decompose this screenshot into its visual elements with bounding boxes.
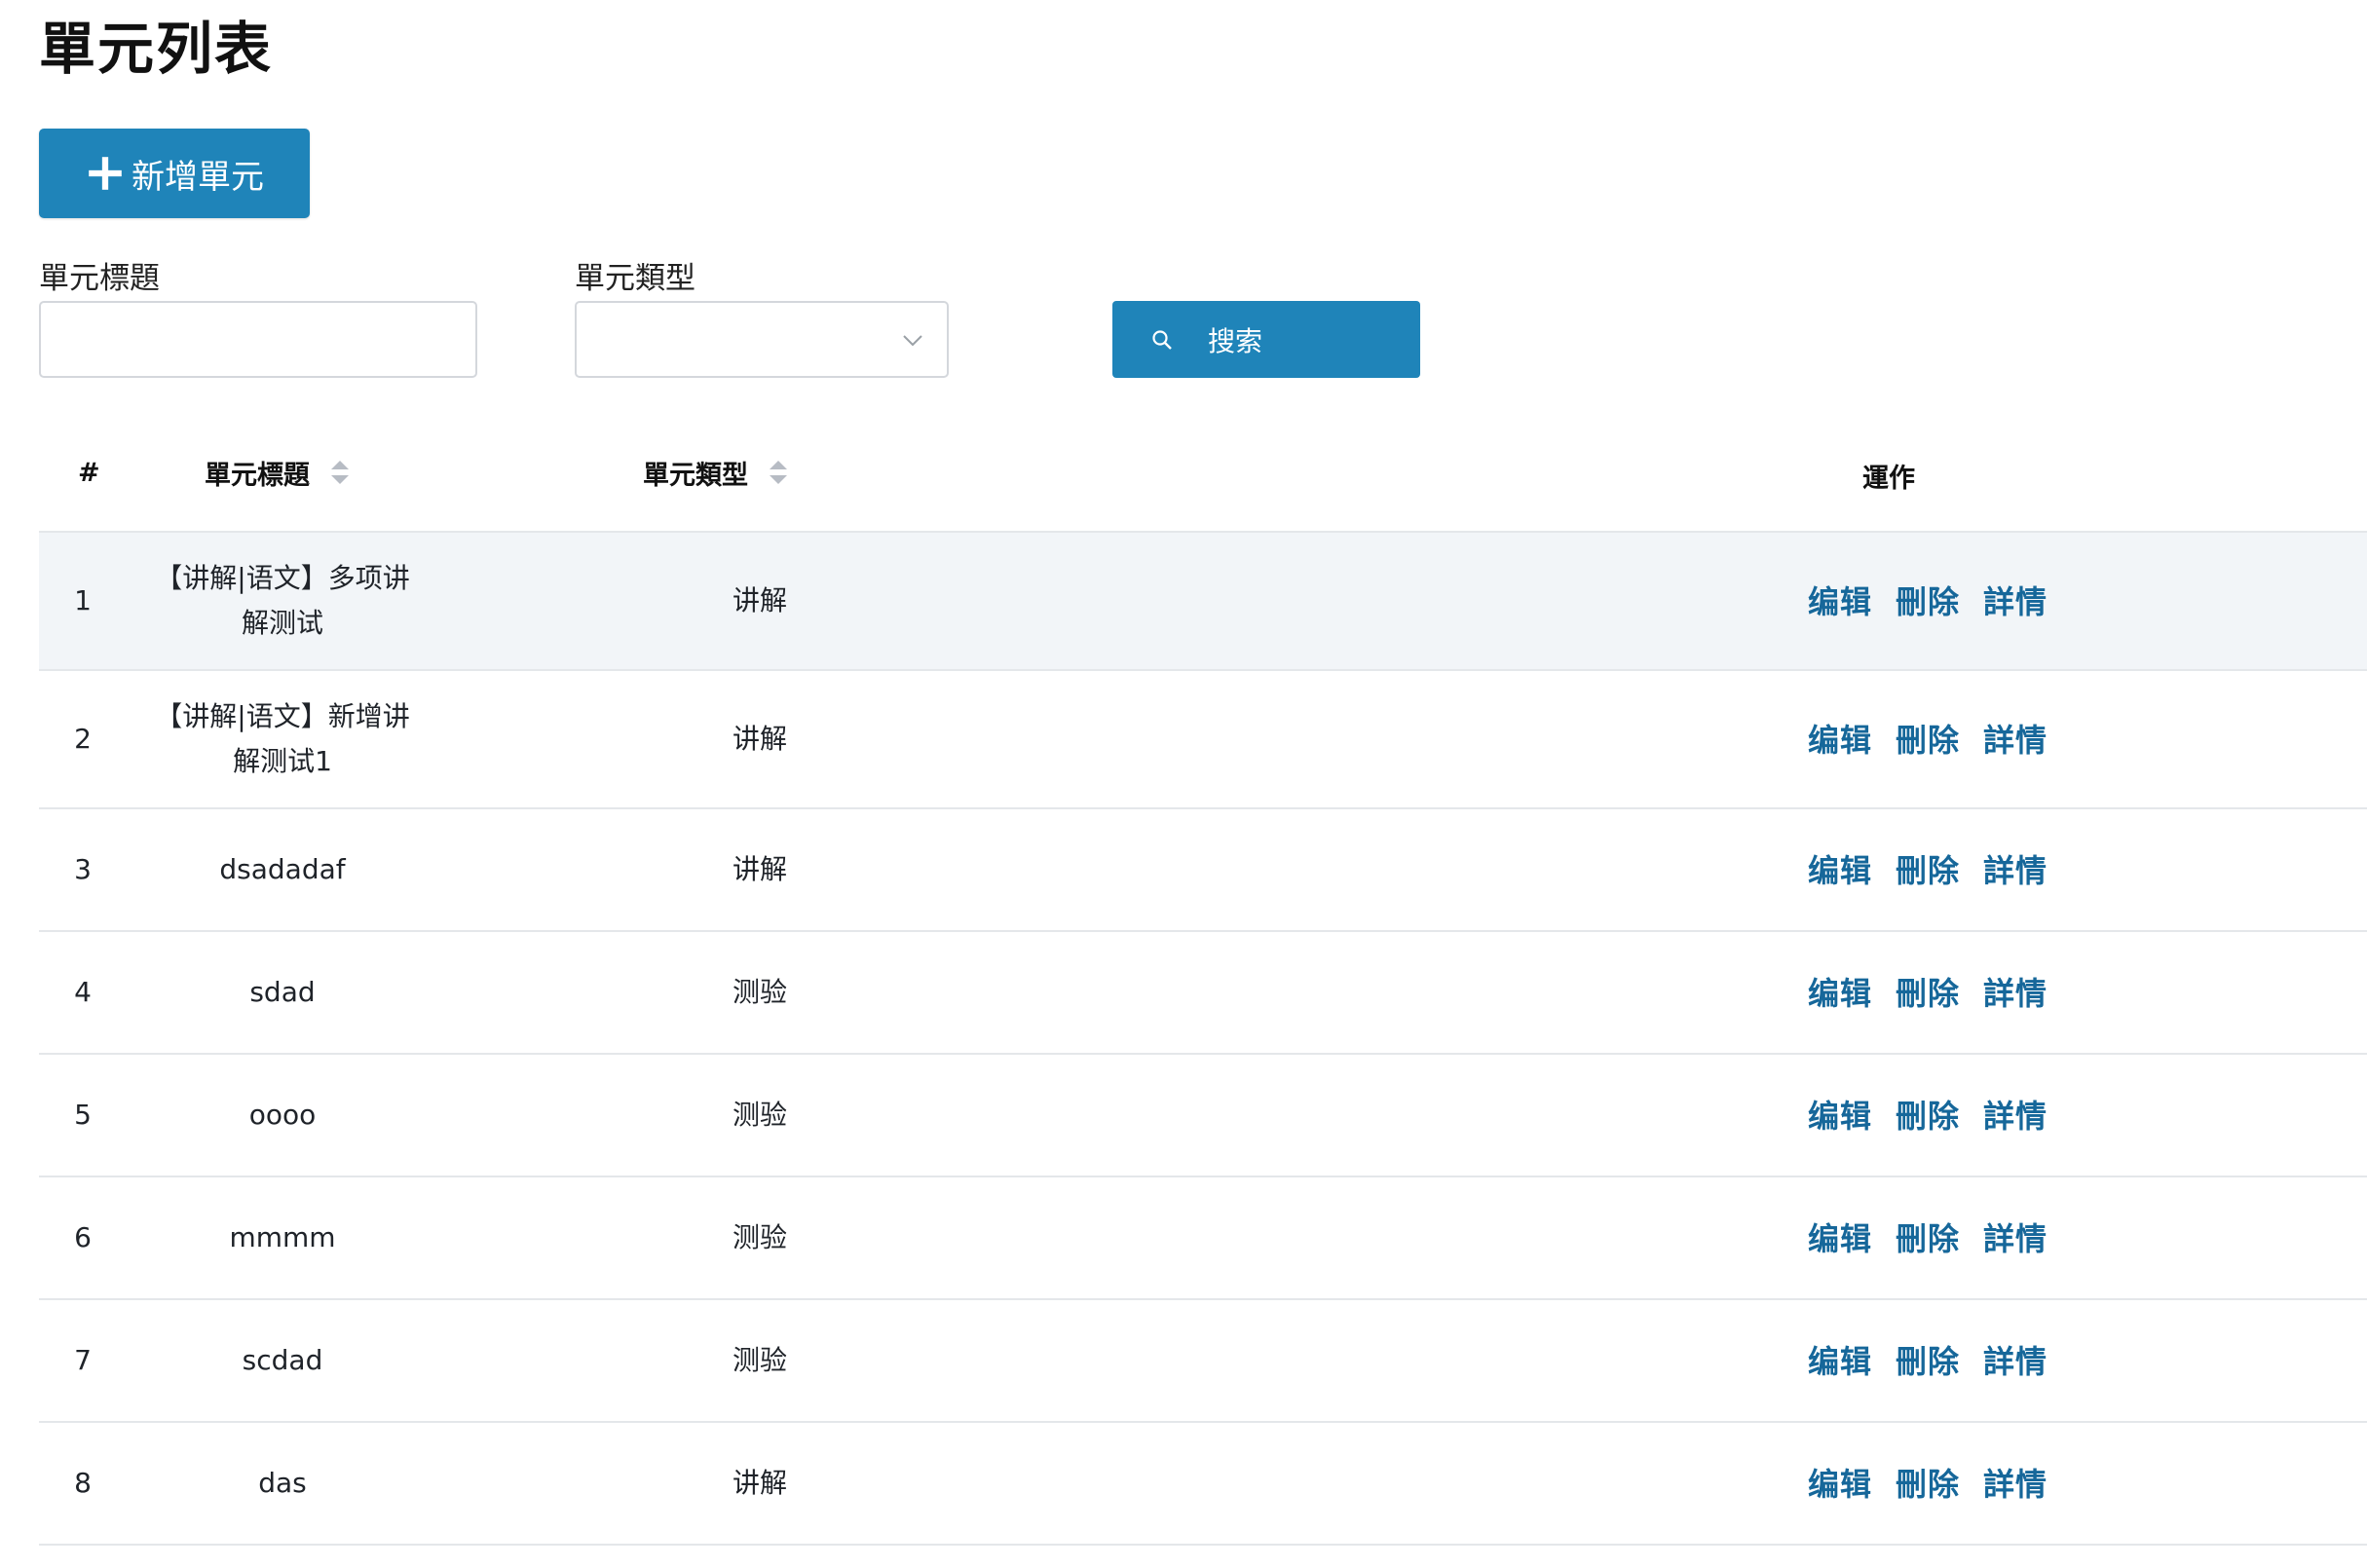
- table-row: 1 【讲解|语文】多项讲 解测试 讲解 编辑 刪除 詳情: [39, 533, 2367, 671]
- row-title: 【讲解|语文】多项讲 解测试: [146, 533, 419, 669]
- row-index: 3: [74, 853, 92, 885]
- row-actions: 编辑 刪除 詳情: [1808, 1460, 2048, 1505]
- row-index: 6: [74, 1221, 92, 1253]
- row-title: oooo: [248, 1099, 317, 1131]
- page-title: 單元列表: [39, 16, 274, 82]
- search-button[interactable]: 搜索: [1112, 301, 1420, 378]
- delete-link[interactable]: 刪除: [1896, 969, 1960, 1014]
- table-row: 8 das 讲解 编辑 刪除 詳情: [39, 1423, 2367, 1546]
- details-link[interactable]: 詳情: [1983, 846, 2048, 891]
- edit-link[interactable]: 编辑: [1808, 969, 1872, 1014]
- edit-link[interactable]: 编辑: [1808, 578, 1872, 622]
- row-title: das: [258, 1467, 307, 1499]
- header-index: #: [78, 448, 100, 497]
- row-title: scdad: [242, 1344, 323, 1376]
- sort-icon[interactable]: [329, 458, 351, 487]
- table-row: 5 oooo 测验 编辑 刪除 詳情: [39, 1055, 2367, 1177]
- row-index: 7: [74, 1344, 92, 1376]
- row-type: 讲解: [732, 1467, 787, 1499]
- row-index: 1: [74, 584, 92, 616]
- plus-icon: [89, 157, 122, 190]
- row-type: 测验: [732, 1099, 787, 1131]
- row-title-line: 【讲解|语文】多项讲: [155, 562, 410, 594]
- row-type: 讲解: [732, 584, 787, 616]
- row-title-line: 解测试1: [233, 745, 332, 777]
- row-title-line: 解测试: [241, 607, 323, 639]
- row-type: 测验: [732, 1221, 787, 1253]
- sort-icon[interactable]: [768, 458, 789, 487]
- header-title-label: 單元標題: [205, 460, 310, 491]
- type-filter-select[interactable]: [575, 301, 949, 378]
- delete-link[interactable]: 刪除: [1896, 1460, 1960, 1505]
- table-row: 7 scdad 测验 编辑 刪除 詳情: [39, 1300, 2367, 1423]
- row-actions: 编辑 刪除 詳情: [1808, 1214, 2048, 1259]
- table-row: 6 mmmm 测验 编辑 刪除 詳情: [39, 1177, 2367, 1300]
- edit-link[interactable]: 编辑: [1808, 1214, 1872, 1259]
- header-type[interactable]: 單元類型: [643, 448, 789, 497]
- table-row: 3 dsadadaf 讲解 编辑 刪除 詳情: [39, 809, 2367, 932]
- edit-link[interactable]: 编辑: [1808, 716, 1872, 761]
- edit-link[interactable]: 编辑: [1808, 1460, 1872, 1505]
- row-actions: 编辑 刪除 詳情: [1808, 716, 2048, 761]
- details-link[interactable]: 詳情: [1983, 1460, 2048, 1505]
- row-type: 讲解: [732, 723, 787, 755]
- row-title: 【讲解|语文】新增讲 解测试1: [146, 671, 419, 807]
- edit-link[interactable]: 编辑: [1808, 1337, 1872, 1382]
- row-actions: 编辑 刪除 詳情: [1808, 1092, 2048, 1137]
- delete-link[interactable]: 刪除: [1896, 716, 1960, 761]
- row-index: 2: [74, 723, 92, 755]
- title-filter-label: 單元標題: [39, 261, 160, 296]
- row-title: sdad: [249, 976, 316, 1008]
- row-index: 8: [74, 1467, 92, 1499]
- details-link[interactable]: 詳情: [1983, 716, 2048, 761]
- row-index: 4: [74, 976, 92, 1008]
- header-actions: 運作: [1862, 451, 1915, 500]
- row-index: 5: [74, 1099, 92, 1131]
- header-index-label: #: [78, 457, 100, 488]
- row-actions: 编辑 刪除 詳情: [1808, 969, 2048, 1014]
- row-title: dsadadaf: [219, 853, 346, 885]
- add-unit-button[interactable]: 新增單元: [39, 129, 310, 218]
- title-filter-input[interactable]: [39, 301, 477, 378]
- details-link[interactable]: 詳情: [1983, 1337, 2048, 1382]
- details-link[interactable]: 詳情: [1983, 578, 2048, 622]
- details-link[interactable]: 詳情: [1983, 1092, 2048, 1137]
- chevron-down-icon: [903, 334, 922, 346]
- search-icon: [1152, 329, 1172, 350]
- row-type: 测验: [732, 1344, 787, 1376]
- add-unit-label: 新增單元: [132, 157, 264, 197]
- delete-link[interactable]: 刪除: [1896, 1337, 1960, 1382]
- delete-link[interactable]: 刪除: [1896, 846, 1960, 891]
- row-actions: 编辑 刪除 詳情: [1808, 1337, 2048, 1382]
- row-actions: 编辑 刪除 詳情: [1808, 578, 2048, 622]
- header-type-label: 單元類型: [643, 460, 748, 491]
- details-link[interactable]: 詳情: [1983, 1214, 2048, 1259]
- table-row: 2 【讲解|语文】新增讲 解测试1 讲解 编辑 刪除 詳情: [39, 671, 2367, 809]
- delete-link[interactable]: 刪除: [1896, 1214, 1960, 1259]
- details-link[interactable]: 詳情: [1983, 969, 2048, 1014]
- table-row: 4 sdad 测验 编辑 刪除 詳情: [39, 932, 2367, 1055]
- header-title[interactable]: 單元標題: [205, 448, 351, 497]
- delete-link[interactable]: 刪除: [1896, 578, 1960, 622]
- type-filter-label: 單元類型: [575, 261, 695, 296]
- edit-link[interactable]: 编辑: [1808, 846, 1872, 891]
- row-title: mmmm: [229, 1221, 336, 1253]
- row-title-line: 【讲解|语文】新增讲: [155, 700, 410, 732]
- delete-link[interactable]: 刪除: [1896, 1092, 1960, 1137]
- row-actions: 编辑 刪除 詳情: [1808, 846, 2048, 891]
- edit-link[interactable]: 编辑: [1808, 1092, 1872, 1137]
- header-actions-label: 運作: [1862, 463, 1915, 494]
- row-type: 讲解: [732, 853, 787, 885]
- row-type: 测验: [732, 976, 787, 1008]
- search-button-label: 搜索: [1208, 324, 1263, 357]
